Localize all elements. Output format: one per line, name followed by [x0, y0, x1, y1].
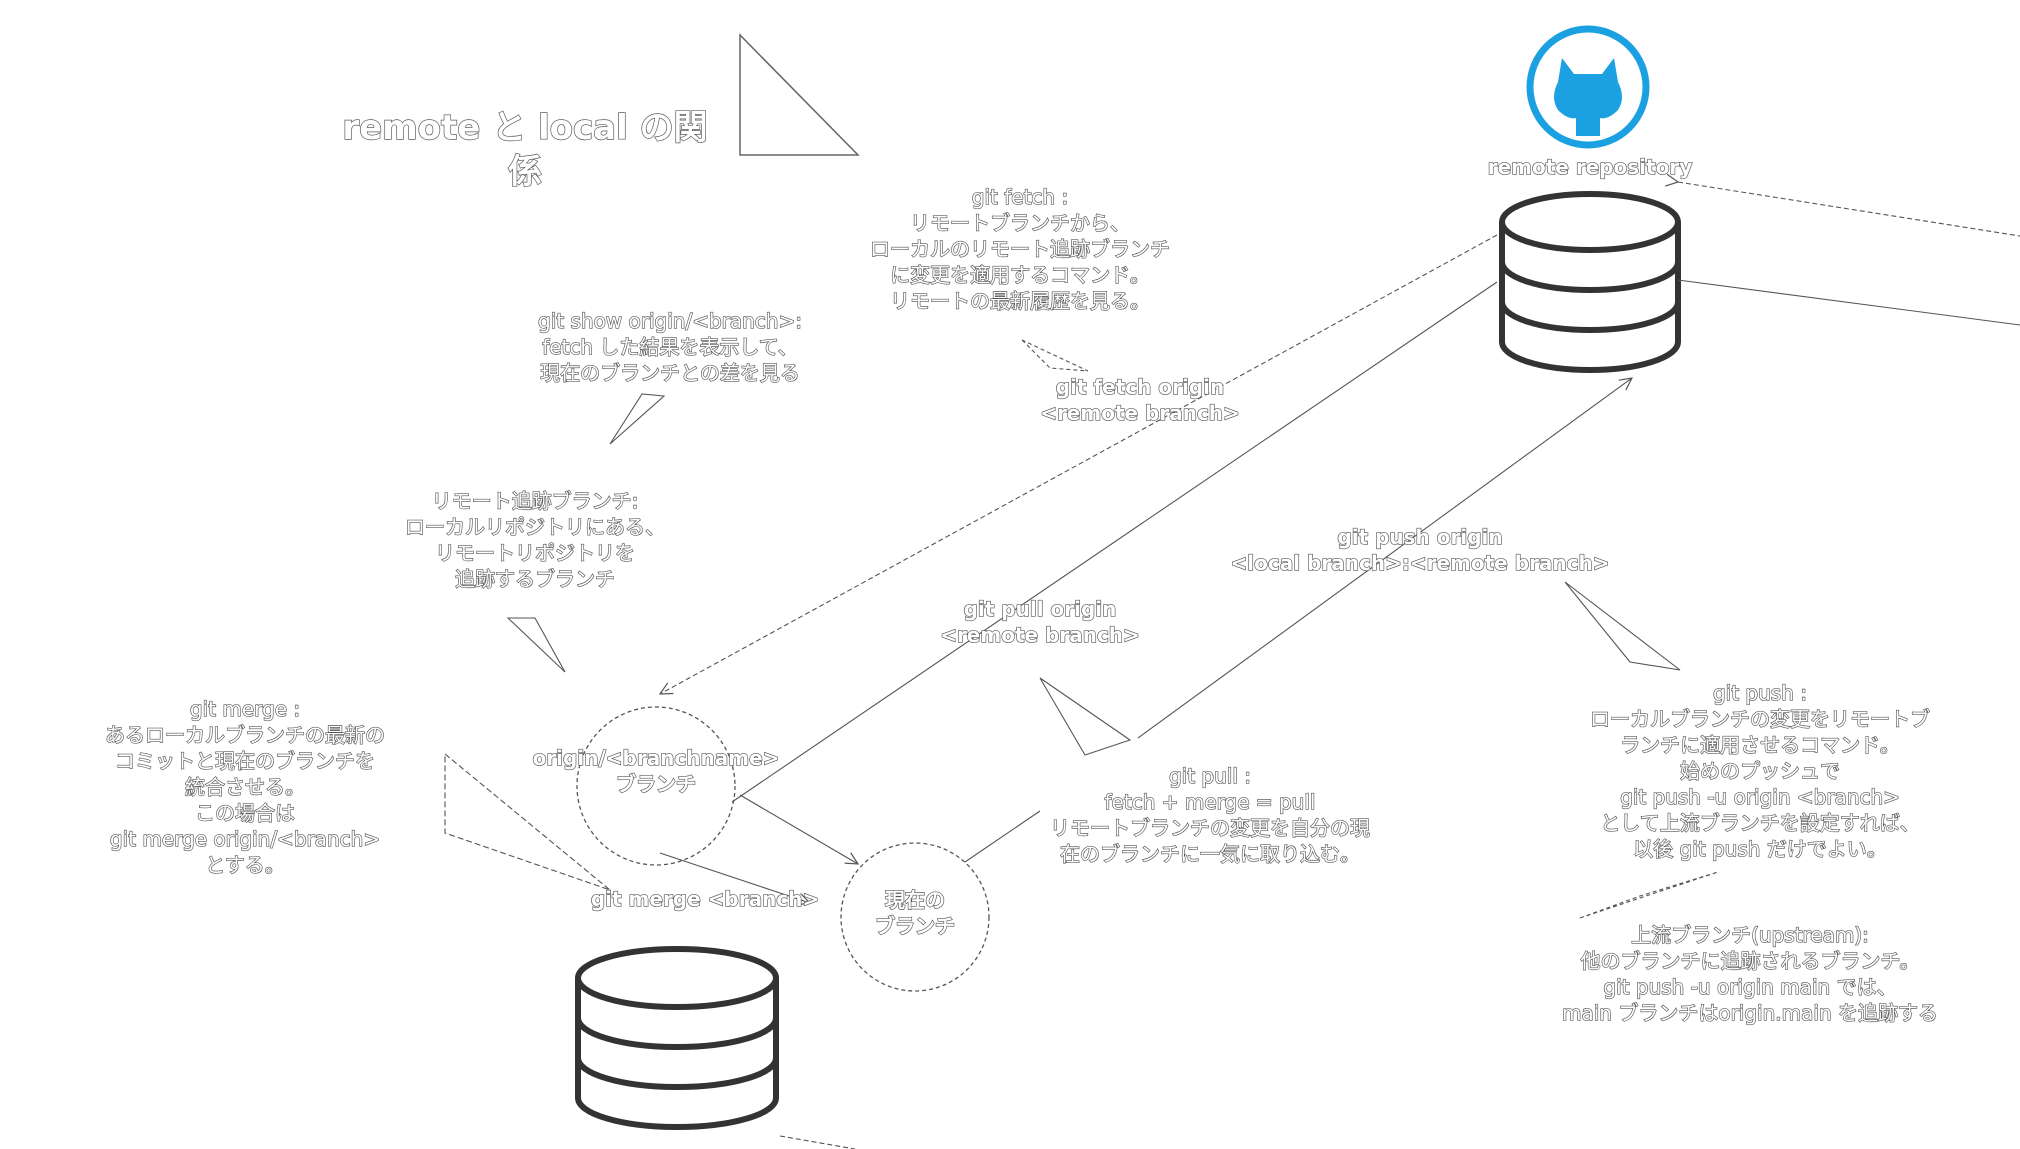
git-fetch-command: git fetch origin <remote branch>	[1040, 374, 1241, 425]
tracking-callout-pointer	[506, 617, 566, 673]
remote-database-icon	[1499, 191, 1681, 373]
diagram-canvas: remote と local の関係 remote repository git…	[0, 0, 2020, 1149]
git-push-description: git push : ローカルブランチの変更をリモートブ ランチに適用させるコマ…	[1589, 680, 1930, 861]
git-pull-desc: git pull : fetch + merge = pull リモートブランチ…	[1049, 763, 1370, 866]
origin-to-current-arrow	[739, 794, 858, 864]
title-note-shape	[739, 33, 860, 156]
pull-callout-pointer	[1039, 677, 1132, 756]
git-fetch-description: git fetch : リモートブランチから、 ローカルのリモート追跡ブランチ …	[869, 184, 1170, 313]
local-database-icon	[575, 946, 779, 1130]
fetch-callout-pointer	[1021, 339, 1089, 372]
origin-branch-label: origin/<branchname> ブランチ	[532, 745, 780, 796]
git-show-description: git show origin/<branch>: fetch した結果を表示し…	[537, 308, 802, 385]
git-pull-command: git pull origin <remote branch>	[940, 596, 1141, 647]
git-push-command: git push origin <local branch>:<remote b…	[1230, 524, 1610, 575]
upstream-description: 上流ブランチ(upstream): 他のブランチに追跡されるブランチ。 git …	[1561, 922, 1938, 1025]
git-merge-description: git merge : あるローカルブランチの最新の コミットと現在のブランチを…	[104, 696, 385, 877]
push-callout-pointer	[1564, 581, 1681, 671]
upstream-callout-pointer	[1579, 871, 1719, 919]
git-merge-command: git merge <branch>	[590, 886, 820, 911]
diagram-title: remote と local の関係	[342, 107, 709, 193]
bottom-line	[779, 1135, 856, 1149]
pull-desc-line	[964, 810, 1041, 863]
github-octocat-icon	[1526, 25, 1650, 149]
current-branch-label: 現在の ブランチ	[874, 887, 955, 938]
show-callout-pointer	[609, 393, 666, 445]
upstream-line-2	[1677, 279, 2020, 326]
remote-repository-label: remote repository	[1487, 154, 1693, 179]
upstream-line-1	[1678, 182, 2020, 237]
tracking-branch-description: リモート追跡ブランチ: ローカルリポジトリにある、 リモートリポジトリを 追跡す…	[404, 488, 665, 591]
